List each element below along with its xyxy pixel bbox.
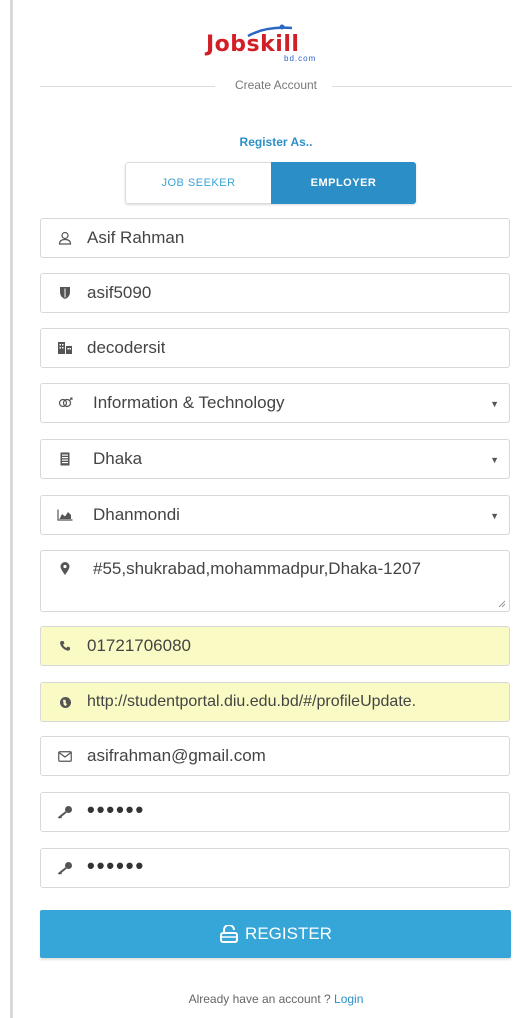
user-icon (57, 230, 73, 246)
create-account-heading: Create Account (224, 78, 328, 92)
key-icon (57, 804, 73, 820)
full-name-field[interactable]: Asif Rahman (40, 218, 510, 258)
chevron-down-icon: ▼ (490, 399, 499, 409)
gender-icon (57, 395, 73, 411)
area-select[interactable]: Dhanmondi ▼ (40, 495, 510, 535)
jobskill-logo[interactable]: Jobskill bd.com (206, 24, 336, 63)
city-value: Dhaka (93, 449, 143, 468)
left-border (10, 0, 13, 1018)
phone-icon (57, 638, 73, 654)
key-icon (57, 860, 73, 876)
company-value: decodersit (87, 338, 166, 357)
shield-icon (57, 285, 73, 301)
city-select[interactable]: Dhaka ▼ (40, 439, 510, 479)
company-field[interactable]: decodersit (40, 328, 510, 368)
email-field[interactable]: asifrahman@gmail.com (40, 736, 510, 776)
phone-value: 01721706080 (87, 636, 192, 655)
address-value: #55,shukrabad,mohammadpur,Dhaka-1207 (93, 559, 421, 578)
chevron-down-icon: ▼ (490, 455, 499, 465)
address-textarea[interactable]: #55,shukrabad,mohammadpur,Dhaka-1207 (40, 550, 510, 612)
area-chart-icon (57, 507, 73, 523)
full-name-value: Asif Rahman (87, 228, 185, 247)
login-link[interactable]: Login (334, 992, 363, 1006)
confirm-password-field[interactable]: •••••• (40, 848, 510, 888)
resize-grip-icon[interactable] (497, 599, 506, 608)
username-field[interactable]: asif5090 (40, 273, 510, 313)
building-icon (57, 340, 73, 356)
phone-field[interactable]: 01721706080 (40, 626, 510, 666)
create-account-divider: Create Account (40, 78, 512, 94)
unlock-icon (220, 925, 239, 943)
register-button-label: REGISTER (245, 924, 332, 943)
area-value: Dhanmondi (93, 505, 180, 524)
email-value: asifrahman@gmail.com (87, 746, 266, 765)
website-field[interactable]: http://studentportal.diu.edu.bd/#/profil… (40, 682, 510, 722)
password-value: •••••• (87, 797, 146, 822)
confirm-password-value: •••••• (87, 853, 146, 878)
logo-subtext: bd.com (284, 54, 317, 63)
account-type-toggle: JOB SEEKER EMPLOYER (125, 162, 416, 204)
job-seeker-option[interactable]: JOB SEEKER (125, 162, 271, 204)
username-value: asif5090 (87, 283, 152, 302)
employer-option[interactable]: EMPLOYER (271, 162, 416, 204)
register-button[interactable]: REGISTER (40, 910, 511, 958)
building-icon (57, 451, 73, 467)
map-marker-icon (57, 561, 73, 577)
industry-select[interactable]: Information & Technology ▼ (40, 383, 510, 423)
login-prompt-text: Already have an account ? (188, 992, 331, 1006)
password-field[interactable]: •••••• (40, 792, 510, 832)
globe-icon (57, 694, 73, 710)
industry-value: Information & Technology (93, 393, 285, 412)
register-as-label: Register As.. (239, 135, 313, 149)
chevron-down-icon: ▼ (490, 511, 499, 521)
website-value: http://studentportal.diu.edu.bd/#/profil… (87, 693, 417, 710)
login-prompt: Already have an account ? Login (40, 992, 512, 1006)
envelope-icon (57, 748, 73, 764)
